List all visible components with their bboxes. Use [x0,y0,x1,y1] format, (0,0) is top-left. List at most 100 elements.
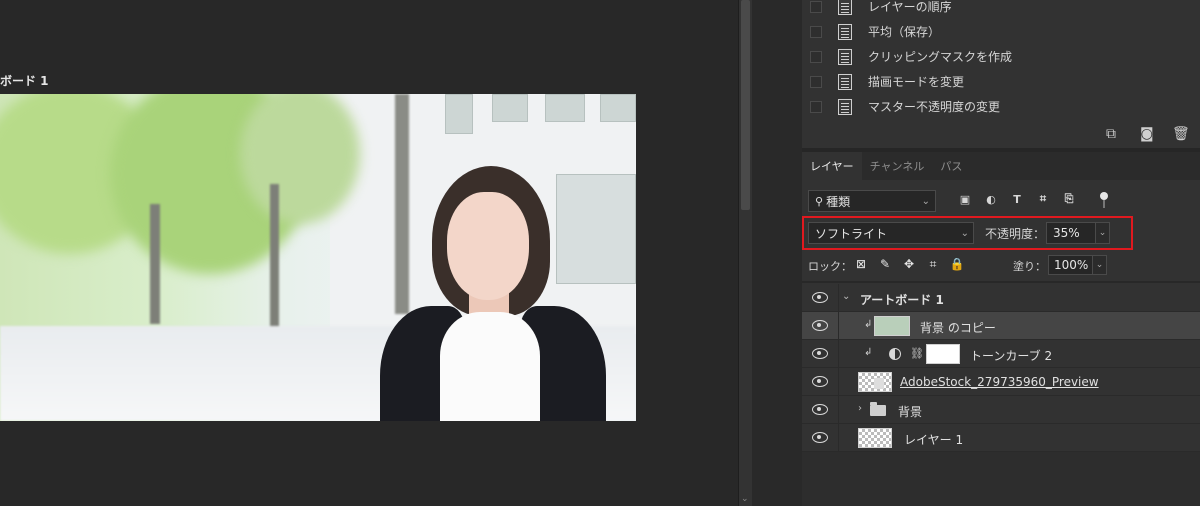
history-checkbox[interactable] [810,100,822,113]
chevron-right-icon[interactable]: › [858,403,862,414]
layer-thumbnail [858,428,892,448]
scrollbar-thumb[interactable] [741,0,750,210]
document-icon [838,73,852,90]
blend-mode-select[interactable]: ソフトライト ⌄ [808,222,974,244]
history-label: 平均（保存） [868,25,941,39]
new-snapshot-icon[interactable]: ⧉ [1106,126,1116,142]
type-filter-icon[interactable]: T [1010,192,1024,206]
layer-name: レイヤー 1 [904,433,964,447]
history-item[interactable]: マスター不透明度の変更 [802,94,1200,119]
opacity-dropdown-icon[interactable]: ⌄ [1096,222,1110,244]
history-checkbox[interactable] [810,0,822,13]
history-item[interactable]: 平均（保存） [802,19,1200,44]
search-icon: ⚲ [815,194,824,208]
history-checkbox[interactable] [810,25,822,38]
layer-thumbnail [874,316,910,336]
tree-trunk [150,204,160,324]
document-canvas[interactable]: ボード 1 [0,0,738,506]
panel-gutter [752,0,802,506]
fill-label: 塗り： [1013,260,1046,273]
history-label: 描画モードを変更 [868,75,965,89]
smart-object-icon [874,378,884,389]
artboard-photo[interactable] [0,94,636,421]
scroll-down-arrow-icon[interactable]: ⌄ [741,494,749,504]
eye-icon[interactable] [812,404,828,415]
clipping-arrow-icon: ↲ [864,319,873,330]
chevron-down-icon: ⌄ [921,195,930,207]
history-checkbox[interactable] [810,75,822,88]
eye-icon[interactable] [812,348,828,359]
trash-icon[interactable]: 🗑 [1172,126,1190,142]
layer-row-smart-object[interactable]: AdobeStock_279735960_Preview [802,368,1200,396]
history-item[interactable]: レイヤーの順序 [802,0,1200,19]
layer-row-curves[interactable]: ↲ ⛓ トーンカーブ 2 [802,340,1200,368]
layer-row-background-copy[interactable]: ↲ 背景 のコピー [802,312,1200,340]
opacity-label: 不透明度： [985,227,1046,241]
adjustment-filter-icon[interactable]: ◐ [984,192,998,206]
link-icon[interactable]: ⛓ [910,347,924,360]
image-filter-icon[interactable]: ▣ [958,192,972,206]
opacity-input[interactable]: 35% [1046,222,1096,244]
filter-toggle-icon[interactable] [1100,192,1108,208]
layers-empty-area [802,452,1200,506]
folder-icon [870,402,886,416]
filter-kind-label: 種類 [826,194,851,209]
artboard-nesting-icon[interactable]: ⌗ [926,257,940,271]
lock-label: ロック： [808,260,852,273]
shape-filter-icon[interactable]: ⌗ [1036,192,1050,206]
layer-name: 背景 のコピー [920,321,996,335]
history-label: レイヤーの順序 [868,0,952,14]
layer-row-group[interactable]: › 背景 [802,396,1200,424]
lock-fill-row: ロック： ⊠ ✎ ✥ ⌗ 🔒 塗り： 100% ⌄ [802,254,1200,276]
portrait-woman [380,166,606,421]
tab-layers[interactable]: レイヤー [802,152,862,180]
fill-input[interactable]: 100% [1048,255,1093,275]
document-icon [838,48,852,65]
tab-channels[interactable]: チャンネル [862,152,933,180]
layer-row-layer1[interactable]: レイヤー 1 [802,424,1200,452]
layer-name: 背景 [898,405,923,419]
history-label: クリッピングマスクを作成 [868,50,1013,64]
chevron-down-icon: ⌄ [960,227,969,239]
lock-position-icon[interactable]: ✥ [902,257,916,271]
eye-icon[interactable] [812,376,828,387]
tree-trunk [270,184,279,334]
layer-row-artboard[interactable]: ⌄ アートボード 1 [802,284,1200,312]
layer-filter-row: ⚲ 種類 ⌄ ▣ ◐ T ⌗ ⎘ [802,188,1200,212]
chevron-down-icon[interactable]: ⌄ [842,291,850,302]
building-window [545,94,585,122]
eye-icon[interactable] [812,432,828,443]
lock-transparent-pixels-icon[interactable]: ⊠ [854,257,868,271]
blend-mode-value: ソフトライト [815,226,888,241]
fill-dropdown-icon[interactable]: ⌄ [1093,255,1107,275]
right-panel: レイヤーの順序 平均（保存） クリッピングマスクを作成 描画モードを変更 マスタ… [802,0,1200,506]
history-checkbox[interactable] [810,50,822,63]
layers-separator [802,281,1200,283]
tab-paths[interactable]: パス [932,152,970,180]
eye-icon[interactable] [812,320,828,331]
history-item[interactable]: クリッピングマスクを作成 [802,44,1200,69]
layer-name: アートボード 1 [860,293,944,307]
smart-object-filter-icon[interactable]: ⎘ [1062,192,1076,206]
lock-all-icon[interactable]: 🔒 [950,257,965,271]
history-footer: ⧉ ◙ 🗑 [802,122,1200,148]
filter-kind-select[interactable]: ⚲ 種類 ⌄ [808,190,936,212]
layer-mask-thumbnail[interactable] [926,344,960,364]
layer-name: AdobeStock_279735960_Preview [900,375,1099,389]
document-icon [838,98,852,115]
filter-icons: ▣ ◐ T ⌗ ⎘ [958,192,1076,206]
history-item[interactable]: 描画モードを変更 [802,69,1200,94]
building-window [492,94,528,122]
clipping-arrow-icon: ↲ [864,347,873,358]
eye-icon[interactable] [812,292,828,303]
building-window [600,94,636,122]
building-window [445,94,473,134]
lock-image-pixels-icon[interactable]: ✎ [878,257,892,271]
camera-icon[interactable]: ◙ [1140,126,1154,142]
lock-icons: ⊠ ✎ ✥ ⌗ 🔒 [854,257,965,272]
blend-opacity-row: ソフトライト ⌄ 不透明度： 35% ⌄ [802,216,1200,250]
document-icon [838,0,852,15]
layers-tab-bar: レイヤー チャンネル パス [802,152,1200,180]
artboard-title[interactable]: ボード 1 [0,72,49,89]
document-icon [838,23,852,40]
